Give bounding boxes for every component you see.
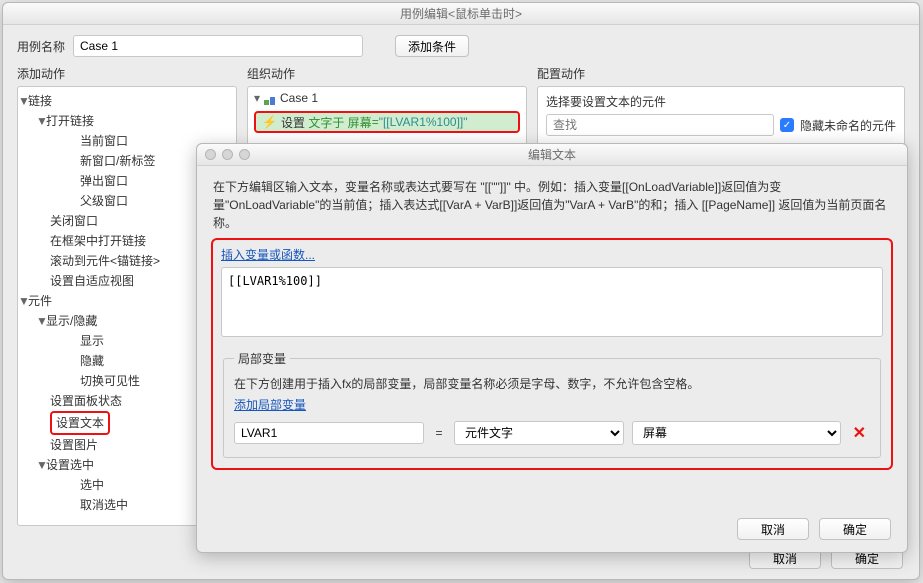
- tree-open-link[interactable]: 打开链接: [46, 114, 94, 128]
- configure-action-label: 配置动作: [537, 65, 905, 82]
- chevron-down-icon[interactable]: ▼: [36, 455, 46, 475]
- edit-text-titlebar: 编辑文本: [197, 144, 907, 166]
- tree-open-in-frame[interactable]: 在框架中打开链接: [50, 234, 146, 248]
- tree-toggle-vis[interactable]: 切换可见性: [80, 374, 140, 388]
- organize-actions-label: 组织动作: [247, 65, 527, 82]
- add-condition-button[interactable]: 添加条件: [395, 35, 469, 57]
- tree-widget[interactable]: 元件: [28, 294, 52, 308]
- case-name-text: Case 1: [280, 91, 318, 105]
- chevron-down-icon[interactable]: ▼: [18, 291, 28, 311]
- edit-ok-button[interactable]: 确定: [819, 518, 891, 540]
- edit-text-window: 编辑文本 在下方编辑区输入文本，变量名称或表达式要写在 "[[""]]" 中。例…: [196, 143, 908, 553]
- tree-set-text[interactable]: 设置文本: [50, 411, 110, 435]
- action-eq: =: [372, 115, 379, 129]
- hide-unnamed-label: 隐藏未命名的元件: [800, 117, 896, 134]
- tree-show-hide[interactable]: 显示/隐藏: [46, 314, 97, 328]
- edit-text-description: 在下方编辑区输入文本，变量名称或表达式要写在 "[[""]]" 中。例如：插入变…: [211, 174, 893, 236]
- expression-textarea[interactable]: [[LVAR1%100]]: [221, 267, 883, 337]
- tree-scroll-to[interactable]: 滚动到元件<锚链接>: [50, 254, 160, 268]
- case-row[interactable]: ▾ Case 1: [248, 87, 526, 109]
- chevron-down-icon[interactable]: ▼: [36, 111, 46, 131]
- tree-deselect[interactable]: 取消选中: [80, 498, 128, 512]
- tree-selected[interactable]: 选中: [80, 478, 104, 492]
- case-editor-titlebar: 用例编辑<鼠标单击时>: [3, 3, 919, 25]
- edit-text-title: 编辑文本: [528, 148, 576, 162]
- action-target: 屏幕: [348, 114, 372, 131]
- bolt-icon: ⚡: [262, 115, 277, 129]
- case-icon: [264, 93, 276, 103]
- local-vars-hint: 在下方创建用于插入fx的局部变量，局部变量名称必须是字母、数字，不允许包含空格。: [234, 375, 870, 392]
- tree-close-window[interactable]: 关闭窗口: [50, 214, 98, 228]
- delete-local-var-icon[interactable]: ✕: [849, 423, 870, 443]
- add-local-var-link[interactable]: 添加局部变量: [234, 398, 306, 412]
- tree-set-selected[interactable]: 设置选中: [46, 458, 94, 472]
- chevron-down-icon[interactable]: ▼: [36, 311, 46, 331]
- add-action-label: 添加动作: [17, 65, 237, 82]
- case-name-label: 用例名称: [17, 38, 65, 55]
- tree-panel-state[interactable]: 设置面板状态: [50, 394, 122, 408]
- edit-cancel-button[interactable]: 取消: [737, 518, 809, 540]
- tree-adaptive-view[interactable]: 设置自适应视图: [50, 274, 134, 288]
- tree-show[interactable]: 显示: [80, 334, 104, 348]
- case-editor-title: 用例编辑<鼠标单击时>: [400, 7, 522, 21]
- hide-unnamed-checkbox[interactable]: ✓: [780, 118, 794, 132]
- action-text-at: 文字于: [308, 114, 344, 131]
- tree-set-image[interactable]: 设置图片: [50, 438, 98, 452]
- action-set-label: 设置: [281, 114, 305, 131]
- equals-label: =: [432, 426, 446, 440]
- local-var-type-select[interactable]: 元件文字: [454, 421, 624, 445]
- local-var-row: = 元件文字 屏幕 ✕: [234, 421, 870, 445]
- local-vars-fieldset: 局部变量 在下方创建用于插入fx的局部变量，局部变量名称必须是字母、数字，不允许…: [223, 350, 881, 458]
- expression-highlight-box: 插入变量或函数... [[LVAR1%100]] 局部变量 在下方创建用于插入f…: [211, 238, 893, 470]
- tree-new-window[interactable]: 新窗口/新标签: [80, 154, 155, 168]
- tree-parent-window[interactable]: 父级窗口: [80, 194, 128, 208]
- chevron-down-icon[interactable]: ▼: [18, 91, 28, 111]
- local-var-name-input[interactable]: [234, 422, 424, 444]
- action-set-text-row[interactable]: ⚡ 设置 文字于 屏幕 = "[[LVAR1%100]]": [254, 111, 520, 133]
- case-name-input[interactable]: [73, 35, 363, 57]
- local-vars-legend: 局部变量: [234, 350, 290, 367]
- local-var-target-select[interactable]: 屏幕: [632, 421, 841, 445]
- config-search-input[interactable]: [546, 114, 774, 136]
- chevron-down-icon[interactable]: ▾: [254, 91, 264, 105]
- configure-hint: 选择要设置文本的元件: [538, 87, 904, 114]
- tree-popup-window[interactable]: 弹出窗口: [80, 174, 128, 188]
- insert-var-link[interactable]: 插入变量或函数...: [221, 248, 315, 262]
- action-value: "[[LVAR1%100]]": [379, 115, 468, 129]
- window-traffic-lights[interactable]: [205, 149, 250, 160]
- tree-current-window[interactable]: 当前窗口: [80, 134, 128, 148]
- tree-hide[interactable]: 隐藏: [80, 354, 104, 368]
- tree-link[interactable]: 链接: [28, 94, 52, 108]
